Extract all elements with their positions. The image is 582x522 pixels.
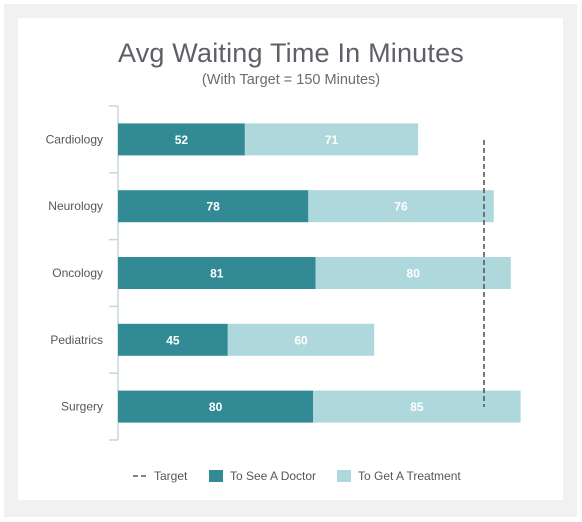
data-label: 76 <box>394 200 408 214</box>
chart-plot: Cardiology 52 71 Neurology 78 76 Oncology 81 80 P… <box>46 105 521 483</box>
category-label: Cardiology <box>46 132 103 146</box>
data-label: 80 <box>407 267 421 281</box>
category-label: Surgery <box>61 400 103 414</box>
data-label: 71 <box>325 133 339 147</box>
data-label: 52 <box>175 133 189 147</box>
data-label: 85 <box>410 400 424 414</box>
category-label: Neurology <box>48 199 103 213</box>
legend-doctor-swatch <box>209 470 223 482</box>
category-label: Oncology <box>52 266 103 280</box>
data-label: 60 <box>294 333 308 347</box>
legend-target-label: Target <box>154 469 188 483</box>
data-label: 78 <box>206 200 220 214</box>
data-label: 80 <box>209 400 223 414</box>
data-label: 81 <box>210 267 224 281</box>
category-label: Pediatrics <box>50 333 103 347</box>
legend-treatment-label: To Get A Treatment <box>358 469 461 483</box>
data-label: 45 <box>166 333 180 347</box>
legend-doctor-label: To See A Doctor <box>230 469 316 483</box>
legend-treatment-swatch <box>337 470 351 482</box>
